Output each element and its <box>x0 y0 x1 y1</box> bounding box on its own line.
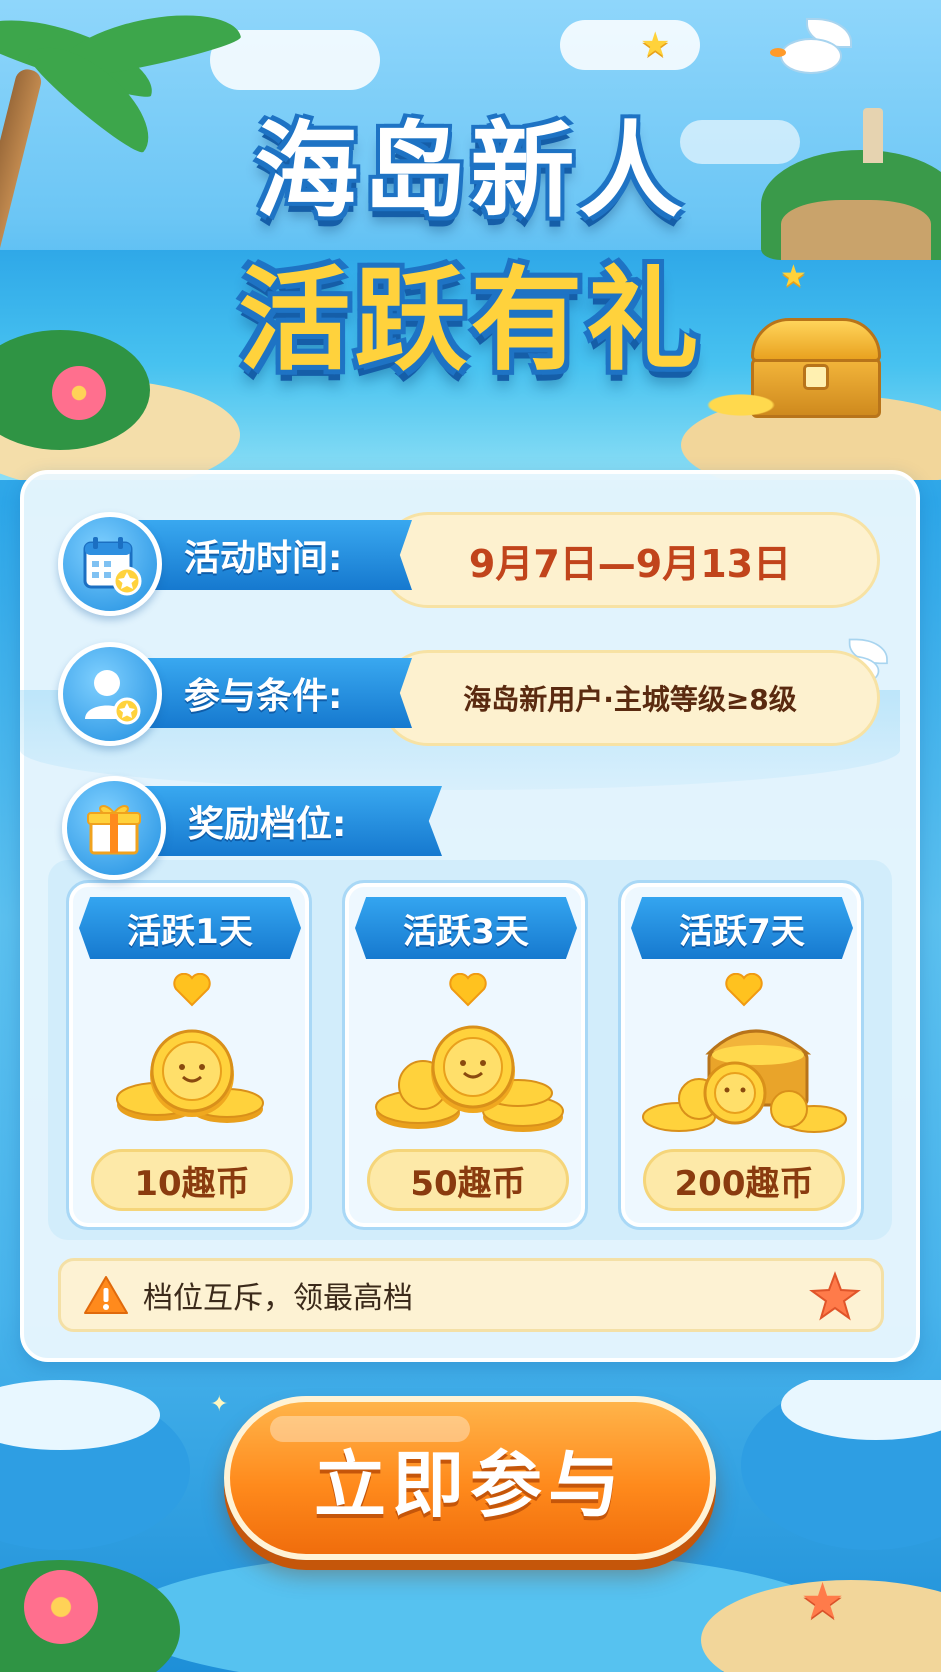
heart-icon <box>725 973 763 1007</box>
join-now-button[interactable]: 立即参与 <box>224 1396 716 1560</box>
time-value-pill: 9月7日—9月13日 <box>380 512 880 608</box>
button-shine <box>270 1416 470 1442</box>
tier-amount: 50趣币 <box>367 1149 569 1211</box>
tier-label: 活跃7天 <box>631 897 853 959</box>
calendar-star-icon <box>58 512 162 616</box>
time-label: 活动时间: <box>184 538 343 579</box>
cloud <box>560 20 700 70</box>
tier-label: 活跃3天 <box>355 897 577 959</box>
sparkle-icon: ✦ <box>210 1392 229 1417</box>
rewards-label: 奖励档位: <box>188 804 347 845</box>
event-title-line2: 活跃有礼 <box>238 256 703 386</box>
exclusive-tier-notice: 档位互斥，领最高档 <box>58 1258 884 1332</box>
starfish-icon: ★ <box>800 1572 845 1630</box>
tier-card[interactable]: 活跃7天 200趣币 <box>618 880 864 1230</box>
user-star-icon <box>58 642 162 746</box>
gift-box-icon <box>62 776 166 880</box>
heart-icon <box>449 973 487 1007</box>
hero-banner: ★ ★ 海岛新人 活跃有礼 <box>0 0 941 480</box>
tier-card[interactable]: 活跃1天 10趣币 <box>66 880 312 1230</box>
event-title-line1: 海岛新人 <box>254 110 687 232</box>
notice-text: 档位互斥，领最高档 <box>143 1281 413 1316</box>
hibiscus-flower-icon <box>24 1570 98 1644</box>
condition-label: 参与条件: <box>184 676 343 717</box>
heart-icon <box>173 973 211 1007</box>
starfish-icon <box>809 1271 861 1321</box>
tier-card[interactable]: 活跃3天 50趣币 <box>342 880 588 1230</box>
gold-coins-decoration <box>701 392 781 418</box>
condition-value-pill: 海岛新用户·主城等级≥8级 <box>380 650 880 746</box>
tier-amount: 200趣币 <box>643 1149 845 1211</box>
condition-value: 海岛新用户·主城等级≥8级 <box>463 683 797 716</box>
star-icon: ★ <box>640 25 671 65</box>
tier-label: 活跃1天 <box>79 897 301 959</box>
time-value: 9月7日—9月13日 <box>468 541 792 586</box>
seagull-icon <box>770 16 852 82</box>
tier-amount: 10趣币 <box>91 1149 293 1211</box>
treasure-chest-icon <box>642 1029 847 1133</box>
small-coin-stack-icon <box>116 1029 264 1123</box>
coin-pile-icon <box>375 1025 564 1132</box>
warning-icon <box>84 1276 128 1314</box>
